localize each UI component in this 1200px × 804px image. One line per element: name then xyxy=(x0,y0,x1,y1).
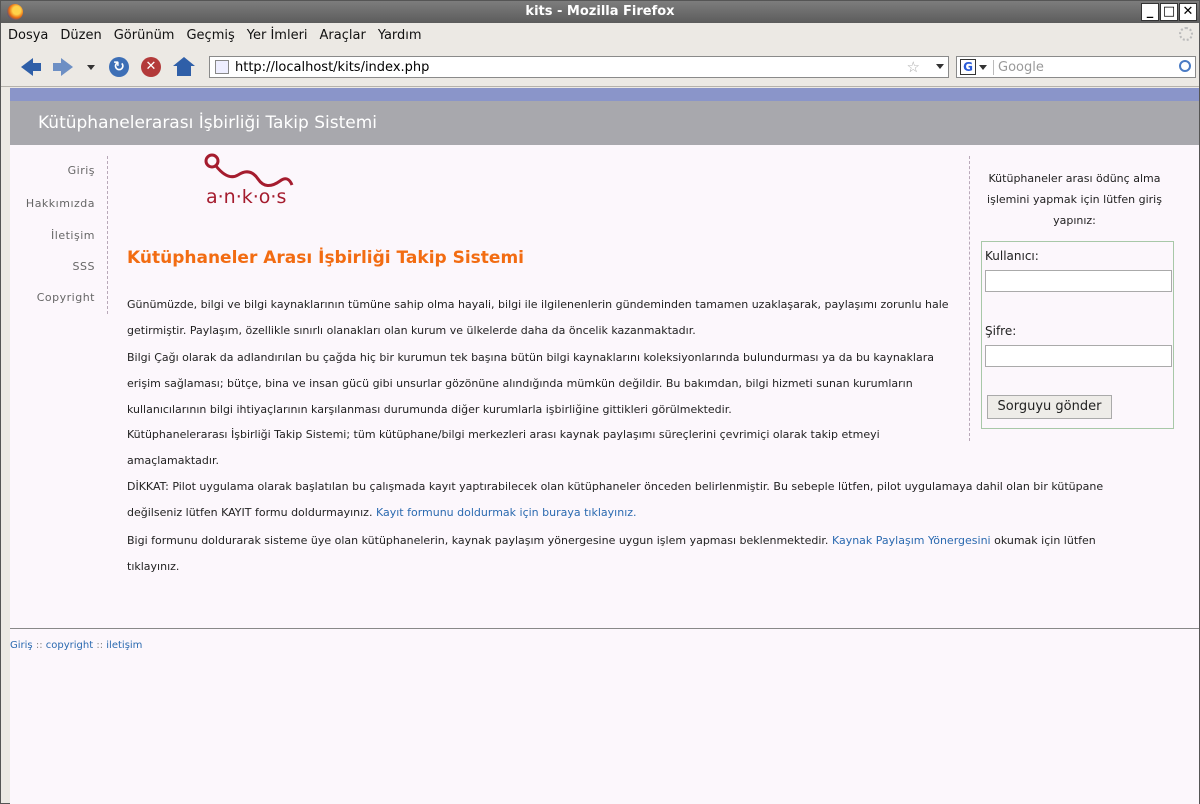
ankos-logo: a·n·k·o·s xyxy=(204,153,294,208)
paragraph-5: Bigi formunu doldurarak sisteme üye olan… xyxy=(127,528,1147,580)
menu-file[interactable]: Dosya xyxy=(8,28,48,43)
paragraph-5-text: Bigi formunu doldurarak sisteme üye olan… xyxy=(127,534,829,547)
stop-button[interactable]: ✕ xyxy=(139,55,163,79)
chevron-down-icon xyxy=(87,64,95,70)
menu-edit[interactable]: Düzen xyxy=(60,28,101,43)
nav-link-iletisim[interactable]: İletişim xyxy=(51,229,95,242)
search-placeholder[interactable]: Google xyxy=(993,59,1044,75)
close-button[interactable]: ✕ xyxy=(1179,3,1197,21)
menu-bookmarks[interactable]: Yer İmleri xyxy=(247,28,308,43)
password-input[interactable] xyxy=(985,345,1172,367)
url-text[interactable]: http://localhost/kits/index.php xyxy=(235,60,429,75)
username-label: Kullanıcı: xyxy=(985,249,1039,263)
page-viewport: Kütüphanelerarası İşbirliği Takip Sistem… xyxy=(10,88,1199,804)
address-bar[interactable]: http://localhost/kits/index.php ☆ xyxy=(209,56,949,78)
login-message: Kütüphaneler arası ödünç alma işlemini y… xyxy=(987,172,1162,227)
back-button[interactable] xyxy=(19,55,43,79)
menu-view[interactable]: Görünüm xyxy=(114,28,175,43)
footer-separator: :: xyxy=(96,640,104,651)
minimize-button[interactable]: _ xyxy=(1141,3,1159,21)
site-header: Kütüphanelerarası İşbirliği Takip Sistem… xyxy=(10,101,1199,145)
footer-separator: :: xyxy=(35,640,43,651)
stop-icon: ✕ xyxy=(141,57,161,77)
menu-help[interactable]: Yardım xyxy=(378,28,422,43)
login-column: Kütüphaneler arası ödünç alma işlemini y… xyxy=(969,156,1174,441)
footer-link-copyright[interactable]: copyright xyxy=(46,640,93,651)
submit-button[interactable]: Sorguyu gönder xyxy=(987,395,1112,419)
forward-arrow-icon xyxy=(61,58,73,76)
page-footer: Giriş :: copyright :: iletişim xyxy=(10,628,1199,804)
menu-bar: Dosya Düzen Görünüm Geçmiş Yer İmleri Ar… xyxy=(1,23,1199,47)
reload-button[interactable]: ↻ xyxy=(107,55,131,79)
page-heading: Kütüphaneler Arası İşbirliği Takip Siste… xyxy=(127,248,524,268)
title-bar: kits - Mozilla Firefox _ □ ✕ xyxy=(1,1,1199,23)
nav-link-giris[interactable]: Giriş xyxy=(68,164,95,177)
footer-link-giris[interactable]: Giriş xyxy=(10,640,33,651)
maximize-button[interactable]: □ xyxy=(1160,3,1178,21)
nav-link-copyright[interactable]: Copyright xyxy=(37,291,95,304)
google-engine-icon[interactable]: G xyxy=(960,59,976,75)
navigation-toolbar: ↻ ✕ http://localhost/kits/index.php ☆ G … xyxy=(1,47,1199,87)
footer-link-iletisim[interactable]: iletişim xyxy=(106,640,142,651)
nav-link-hakkimizda[interactable]: Hakkımızda xyxy=(26,197,95,210)
login-form: Kullanıcı: Şifre: Sorguyu gönder xyxy=(981,241,1174,429)
register-form-link[interactable]: Kayıt formunu doldurmak için buraya tıkl… xyxy=(376,506,637,519)
paragraph-3: Kütüphanelerarası İşbirliği Takip Sistem… xyxy=(127,428,880,467)
left-navigation: Giriş Hakkımızda İletişim SSS Copyright xyxy=(10,156,108,314)
nav-link-sss[interactable]: SSS xyxy=(73,260,95,273)
browser-window: kits - Mozilla Firefox _ □ ✕ Dosya Düzen… xyxy=(0,0,1200,804)
home-button[interactable] xyxy=(172,55,196,79)
reload-icon: ↻ xyxy=(109,57,129,77)
back-arrow-icon xyxy=(21,58,33,76)
engine-dropdown-icon[interactable] xyxy=(979,64,987,70)
search-icon[interactable] xyxy=(1179,60,1191,72)
window-title: kits - Mozilla Firefox xyxy=(525,4,675,19)
paragraph-1: Günümüzde, bilgi ve bilgi kaynaklarının … xyxy=(127,298,949,337)
logo-text: a·n·k·o·s xyxy=(206,186,286,208)
url-dropdown-icon[interactable] xyxy=(936,64,944,69)
password-label: Şifre: xyxy=(985,324,1017,338)
username-input[interactable] xyxy=(985,270,1172,292)
paragraph-4: DİKKAT: Pilot uygulama olarak başlatılan… xyxy=(127,474,1137,526)
site-header-title: Kütüphanelerarası İşbirliği Takip Sistem… xyxy=(38,113,377,133)
paragraph-2: Bilgi Çağı olarak da adlandırılan bu çağ… xyxy=(127,351,934,416)
page-favicon-icon xyxy=(215,60,229,74)
bookmark-star-icon[interactable]: ☆ xyxy=(907,58,920,76)
footer-links: Giriş :: copyright :: iletişim xyxy=(10,640,142,651)
history-dropdown-button[interactable] xyxy=(79,55,103,79)
sharing-guideline-link[interactable]: Kaynak Paylaşım Yönergesini xyxy=(832,534,991,547)
throbber-icon xyxy=(1179,27,1193,41)
home-icon xyxy=(173,57,195,77)
top-accent-strip xyxy=(10,88,1199,101)
menu-tools[interactable]: Araçlar xyxy=(320,28,366,43)
menu-history[interactable]: Geçmiş xyxy=(186,28,234,43)
search-bar[interactable]: G Google xyxy=(956,56,1196,78)
forward-button[interactable] xyxy=(51,55,75,79)
